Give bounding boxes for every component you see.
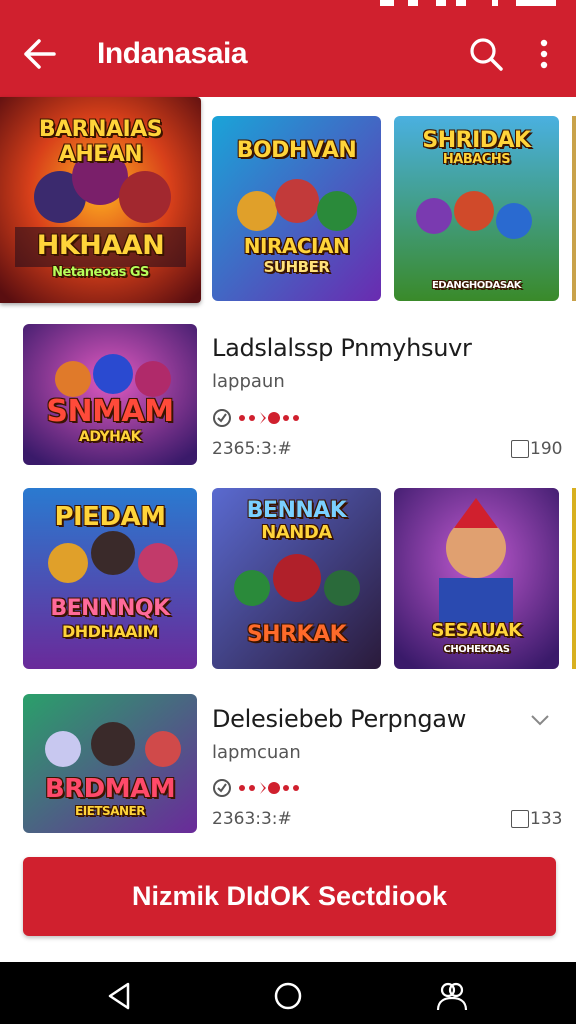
game-card[interactable]: BENNAK NANDA SHRKAK (212, 488, 381, 669)
list-item-meta: 2365:3:# (212, 439, 292, 459)
game-card-title: SESAUAK (431, 620, 522, 641)
status-bar (0, 0, 576, 12)
triangle-back-icon (108, 982, 130, 1010)
list-item-title: Delesiebeb Perpngaw (212, 705, 467, 733)
game-card-caption: DHDHAAIM (62, 622, 158, 641)
featured-card-1[interactable]: BARNAIAS AHEAN HKHAAN Netaneoas GS (0, 97, 201, 303)
list-item-subtitle: lappaun (212, 371, 285, 392)
featured-card-subtitle: HKHAAN (36, 230, 165, 261)
game-card-subtitle: BENNNQK (50, 596, 170, 621)
game-card-title: BENNAK (246, 498, 347, 523)
list-item-meta: 2363:3:# (212, 809, 292, 829)
featured-card-caption: SUHBER (263, 258, 330, 276)
game-card-subtitle: NANDA (261, 522, 332, 543)
list-item-thumbnail: SNMAM ADYHAK (23, 324, 197, 465)
game-card-title: PIEDAM (54, 502, 166, 532)
more-vertical-icon (540, 39, 548, 69)
next-card-peek (572, 116, 576, 301)
status-icons (380, 0, 556, 6)
rating-row (212, 778, 312, 798)
game-card-subtitle: CHOHEKDAS (443, 644, 510, 655)
thumbnail-title: BRDMAM (44, 774, 176, 804)
circle-home-icon (274, 982, 302, 1010)
comment-icon (511, 810, 529, 828)
list-item-subtitle: lapmcuan (212, 742, 301, 763)
game-art-image (394, 488, 559, 669)
rating-icons (213, 779, 299, 797)
featured-card-subtitle: NIRACIAN (243, 234, 350, 258)
featured-card-caption: Netaneoas GS (52, 265, 149, 280)
featured-card-title: BARNAIAS AHEAN (38, 117, 163, 167)
nav-recents-button[interactable] (432, 976, 472, 1016)
nav-back-button[interactable] (100, 976, 140, 1016)
featured-card-title: SHRIDAK (422, 128, 531, 153)
more-options-button[interactable] (532, 36, 556, 72)
next-card-peek (572, 488, 576, 669)
comment-count: 133 (530, 809, 563, 829)
nav-home-button[interactable] (268, 976, 308, 1016)
game-card[interactable]: PIEDAM BENNNQK DHDHAAIM (23, 488, 197, 669)
search-button[interactable] (468, 36, 504, 72)
expand-button[interactable] (528, 708, 552, 732)
arrow-left-icon (24, 39, 56, 69)
featured-card-2[interactable]: BODHVAN NIRACIAN SUHBER (212, 116, 381, 301)
featured-card-caption: EDANGHODASAK (431, 280, 522, 291)
primary-action-button[interactable]: Nizmik DIdOK Sectdiook (23, 857, 556, 936)
page-title: Indanasaia (97, 37, 248, 70)
thumbnail-subtitle: ADYHAK (79, 429, 141, 445)
featured-card-3[interactable]: SHRIDAK HABACHS EDANGHODASAK (394, 116, 559, 301)
list-item-thumbnail: BRDMAM EIETSANER (23, 694, 197, 833)
featured-card-title: BODHVAN (236, 138, 357, 163)
comment-count: 190 (530, 439, 563, 459)
comment-icon (511, 440, 529, 458)
rating-icons (213, 409, 299, 427)
back-button[interactable] (22, 36, 58, 72)
chevron-down-icon (531, 715, 549, 726)
featured-card-subtitle: HABACHS (442, 152, 511, 167)
list-item-title: Ladslalssp Pnmyhsuvr (212, 334, 472, 362)
thumbnail-subtitle: EIETSANER (75, 804, 145, 818)
rating-row (212, 408, 312, 428)
thumbnail-title: SNMAM (46, 394, 174, 429)
people-icon (436, 982, 468, 1011)
game-card-caption: SHRKAK (246, 622, 347, 647)
game-card[interactable]: SESAUAK CHOHEKDAS (394, 488, 559, 669)
search-icon (470, 38, 503, 71)
